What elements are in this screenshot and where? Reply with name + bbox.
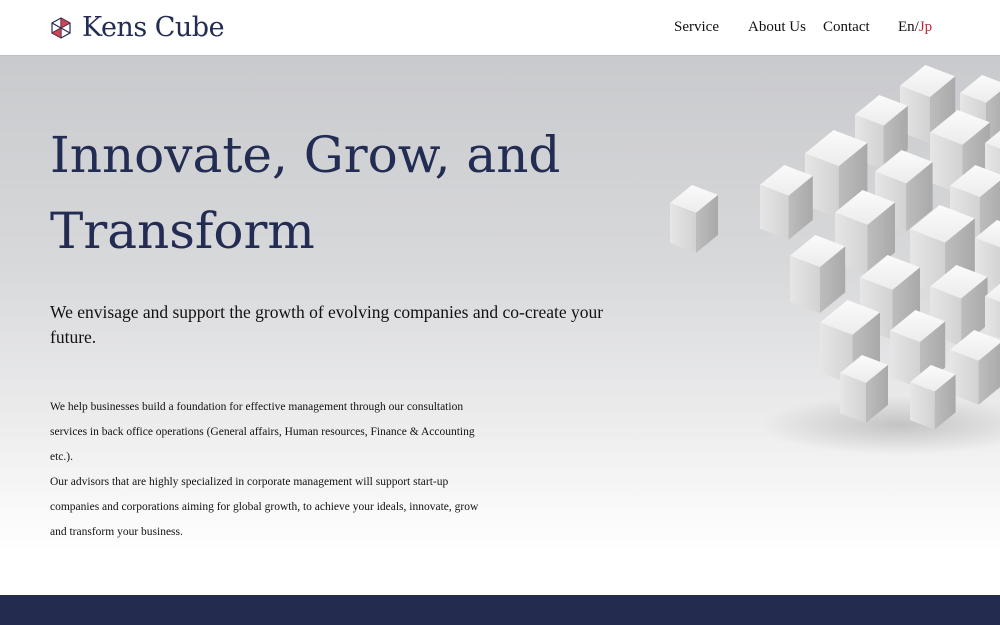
lang-jp-link[interactable]: Jp — [919, 19, 932, 35]
hero-section: Innovate, Grow, and Transform We envisag… — [0, 55, 1000, 595]
white-cubes-cluster — [670, 65, 1000, 455]
description-line: services in back office operations (Gene… — [50, 426, 475, 438]
hero-description: We help businesses build a foundation fo… — [50, 395, 510, 545]
footer-band — [0, 595, 1000, 625]
nav-service[interactable]: Service — [674, 19, 719, 36]
logo-text: Kens Cube — [82, 12, 225, 43]
lang-en-link[interactable]: En — [898, 19, 915, 35]
cube-face — [985, 296, 1000, 338]
hero-subheading: We envisage and support the growth of ev… — [50, 302, 604, 347]
hero-headline: Innovate, Grow, and Transform — [50, 117, 610, 269]
description-line: companies and corporations aiming for gl… — [50, 501, 479, 513]
headline-line-2: Transform — [50, 202, 315, 260]
nav-contact[interactable]: Contact — [823, 19, 870, 36]
description-line: and transform your business. — [50, 526, 183, 538]
language-switcher: En/Jp — [898, 19, 932, 36]
site-header: Kens Cube Service About Us Contact En/Jp — [0, 0, 1000, 55]
description-line: We help businesses build a foundation fo… — [50, 401, 464, 413]
nav-about-us[interactable]: About Us — [748, 19, 806, 36]
description-line: etc.). — [50, 451, 73, 463]
description-line: Our advisors that are highly specialized… — [50, 476, 449, 488]
logo[interactable]: Kens Cube — [50, 12, 225, 43]
kens-cube-logo-icon — [51, 16, 71, 39]
headline-line-1: Innovate, Grow, and — [50, 126, 561, 184]
